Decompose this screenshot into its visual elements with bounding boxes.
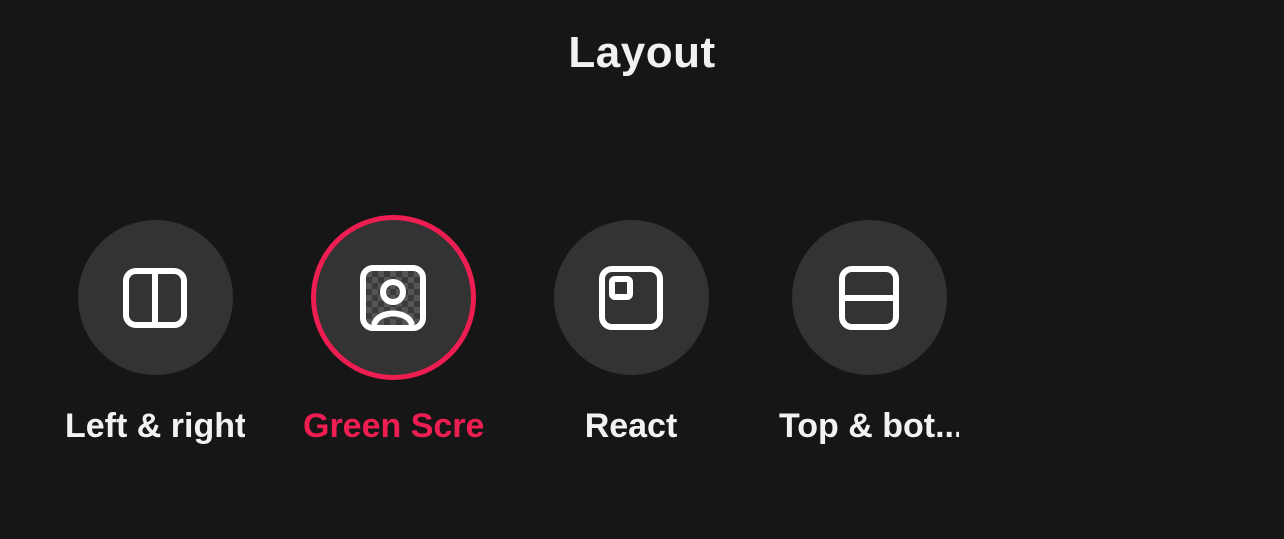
layout-option-react[interactable]: React (541, 220, 721, 446)
layout-option-green-screen[interactable]: Green Scre (303, 220, 483, 446)
panel-title: Layout (0, 0, 1284, 78)
option-label: Top & bot... (779, 407, 959, 446)
option-label: Left & right (65, 407, 245, 446)
split-vertical-icon (123, 268, 187, 328)
split-horizontal-icon (839, 266, 899, 330)
person-bg-icon (360, 265, 426, 331)
option-circle (78, 220, 233, 375)
option-circle (792, 220, 947, 375)
option-circle (554, 220, 709, 375)
option-label: Green Scre (303, 407, 483, 446)
pip-icon (599, 266, 663, 330)
layout-options-row: Left & right (0, 220, 1284, 446)
layout-option-top-bottom[interactable]: Top & bot... (779, 220, 959, 446)
layout-option-left-right[interactable]: Left & right (65, 220, 245, 446)
option-circle (316, 220, 471, 375)
option-label: React (585, 407, 678, 446)
